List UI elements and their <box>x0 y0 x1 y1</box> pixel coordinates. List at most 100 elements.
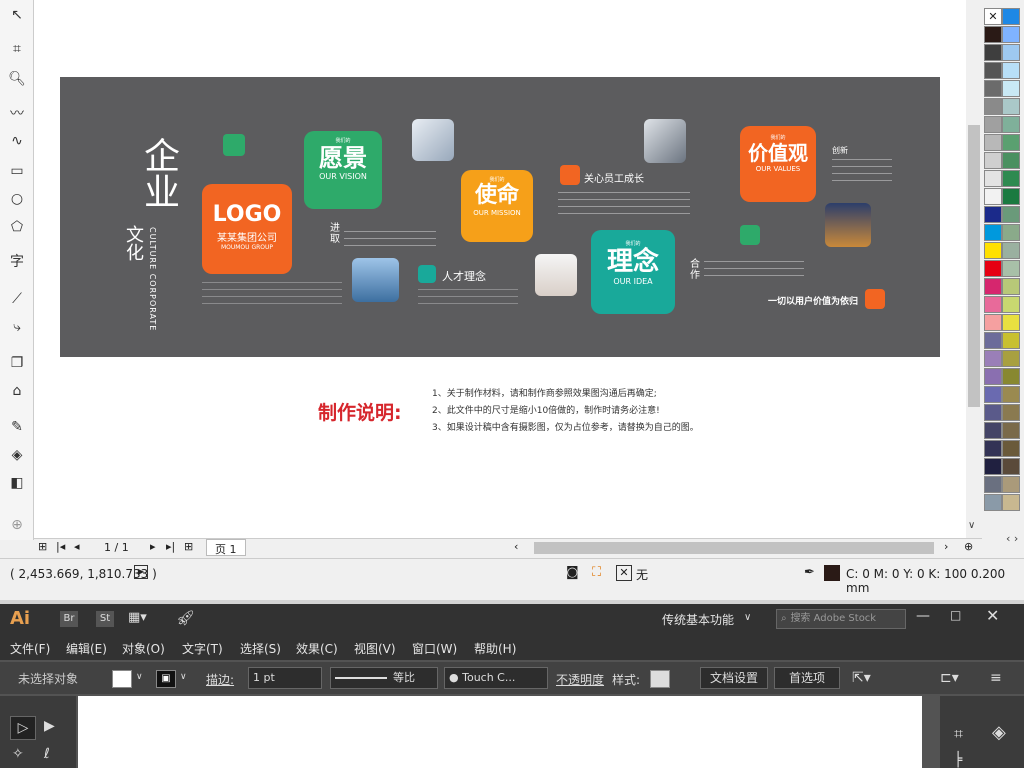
brush-definition[interactable]: ● Touch C... <box>444 667 548 689</box>
palette-swatch[interactable] <box>1002 440 1020 457</box>
artboards-panel-icon[interactable]: ⌗ <box>954 724 963 744</box>
crop-tool-icon[interactable]: ⌗ <box>6 38 28 60</box>
preferences-button[interactable]: 首选项 <box>774 667 840 689</box>
add-page-icon[interactable]: ⊞ <box>38 540 47 553</box>
palette-scroll-arrows[interactable]: ‹ › <box>1006 532 1018 545</box>
align-panel-icon[interactable]: ╞ <box>954 752 962 768</box>
palette-swatch[interactable] <box>1002 44 1020 61</box>
palette-swatch[interactable] <box>984 116 1002 133</box>
pen-nib-icon[interactable]: ✒ <box>804 565 815 580</box>
no-color-swatch[interactable]: ✕ <box>984 8 1002 25</box>
palette-swatch[interactable] <box>984 494 1002 511</box>
horizontal-scroll-thumb[interactable] <box>534 542 934 554</box>
layers-panel-icon[interactable]: ◈ <box>992 722 1006 743</box>
align-icon[interactable]: ⇱▾ <box>852 670 871 686</box>
palette-swatch[interactable] <box>1002 242 1020 259</box>
scroll-left-icon[interactable]: ‹ <box>514 540 518 553</box>
rectangle-tool-icon[interactable]: ▭ <box>6 160 28 182</box>
no-fill-icon[interactable]: ✕ <box>616 565 632 581</box>
stroke-dropdown-icon[interactable]: ∨ <box>180 672 187 682</box>
first-page-icon[interactable]: |◂ <box>56 540 65 553</box>
palette-swatch[interactable] <box>1002 224 1020 241</box>
fill-bucket-icon[interactable]: ⛶ <box>592 565 601 580</box>
add-page-after-icon[interactable]: ⊞ <box>184 540 193 553</box>
pick-tool-icon[interactable]: ↖ <box>6 4 28 26</box>
palette-swatch[interactable] <box>984 44 1002 61</box>
palette-swatch[interactable] <box>1002 188 1020 205</box>
menu-select[interactable]: 选择(S) <box>240 640 281 657</box>
play-icon[interactable]: ▶ <box>134 565 148 579</box>
palette-swatch[interactable] <box>1002 80 1020 97</box>
menu-help[interactable]: 帮助(H) <box>474 640 516 657</box>
ellipse-tool-icon[interactable]: ○ <box>6 188 28 210</box>
stock-search-input[interactable]: ⌕ 搜索 Adobe Stock <box>776 609 906 629</box>
palette-swatch[interactable] <box>984 350 1002 367</box>
palette-swatch[interactable] <box>984 260 1002 277</box>
menu-object[interactable]: 对象(O) <box>122 640 165 657</box>
palette-swatch[interactable] <box>984 332 1002 349</box>
palette-swatch[interactable] <box>984 368 1002 385</box>
scroll-down-icon[interactable]: ∨ <box>968 520 975 531</box>
palette-swatch[interactable] <box>984 224 1002 241</box>
palette-swatch[interactable] <box>1002 98 1020 115</box>
eyedropper-tool-icon[interactable]: ✎ <box>6 416 28 438</box>
smart-fill-icon[interactable]: ◧ <box>6 472 28 494</box>
palette-swatch[interactable] <box>1002 62 1020 79</box>
menu-file[interactable]: 文件(F) <box>10 640 50 657</box>
close-button[interactable]: ✕ <box>986 606 999 625</box>
palette-swatch[interactable] <box>984 152 1002 169</box>
panel-menu-icon[interactable]: ≡ <box>990 670 1002 686</box>
stroke-swatch[interactable]: ▣ <box>156 670 176 688</box>
palette-swatch[interactable] <box>984 440 1002 457</box>
palette-swatch[interactable] <box>1002 476 1020 493</box>
palette-swatch[interactable] <box>1002 116 1020 133</box>
workspace-switcher[interactable]: 传统基本功能 <box>662 611 734 628</box>
last-page-icon[interactable]: ▸| <box>166 540 175 553</box>
palette-swatch[interactable] <box>1002 422 1020 439</box>
freehand-tool-icon[interactable]: 〰 <box>6 102 28 124</box>
palette-swatch[interactable] <box>1002 278 1020 295</box>
style-swatch[interactable] <box>650 670 670 688</box>
palette-swatch[interactable] <box>1002 296 1020 313</box>
scroll-right-icon[interactable]: › <box>944 540 948 553</box>
palette-swatch[interactable] <box>1002 8 1020 25</box>
fill-object-icon[interactable]: ◙ <box>566 565 579 580</box>
stroke-label[interactable]: 描边: <box>206 671 234 688</box>
artistic-media-icon[interactable]: ∿ <box>6 130 28 152</box>
text-tool-icon[interactable]: 字 <box>6 250 28 272</box>
stock-button[interactable]: St <box>96 611 114 627</box>
menu-window[interactable]: 窗口(W) <box>412 640 457 657</box>
connector-tool-icon[interactable]: ⤷ <box>6 316 28 338</box>
dimension-tool-icon[interactable]: ⟋ <box>6 288 28 310</box>
add-tool-icon[interactable]: ⊕ <box>6 514 28 536</box>
palette-swatch[interactable] <box>984 386 1002 403</box>
palette-swatch[interactable] <box>1002 458 1020 475</box>
prev-page-icon[interactable]: ◂ <box>74 540 80 553</box>
outline-color-swatch[interactable] <box>824 565 840 581</box>
palette-swatch[interactable] <box>1002 26 1020 43</box>
opacity-label[interactable]: 不透明度 <box>556 671 604 688</box>
bridge-button[interactable]: Br <box>60 611 78 627</box>
palette-swatch[interactable] <box>1002 260 1020 277</box>
palette-swatch[interactable] <box>984 458 1002 475</box>
palette-swatch[interactable] <box>984 422 1002 439</box>
next-page-icon[interactable]: ▸ <box>150 540 156 553</box>
shadow-tool-icon[interactable]: ❐ <box>6 352 28 374</box>
palette-swatch[interactable] <box>984 98 1002 115</box>
vertical-scroll-thumb[interactable] <box>968 125 980 407</box>
palette-swatch[interactable] <box>984 170 1002 187</box>
palette-swatch[interactable] <box>984 134 1002 151</box>
palette-swatch[interactable] <box>1002 332 1020 349</box>
palette-swatch[interactable] <box>984 242 1002 259</box>
interactive-fill-icon[interactable]: ◈ <box>6 444 28 466</box>
ai-artboard-canvas[interactable] <box>78 696 922 768</box>
menu-type[interactable]: 文字(T) <box>182 640 223 657</box>
palette-swatch[interactable] <box>984 26 1002 43</box>
menu-view[interactable]: 视图(V) <box>354 640 396 657</box>
menu-edit[interactable]: 编辑(E) <box>66 640 107 657</box>
palette-swatch[interactable] <box>1002 350 1020 367</box>
palette-swatch[interactable] <box>1002 134 1020 151</box>
maximize-button[interactable]: □ <box>950 608 961 622</box>
polygon-tool-icon[interactable]: ⬠ <box>6 216 28 238</box>
document-setup-button[interactable]: 文档设置 <box>700 667 768 689</box>
